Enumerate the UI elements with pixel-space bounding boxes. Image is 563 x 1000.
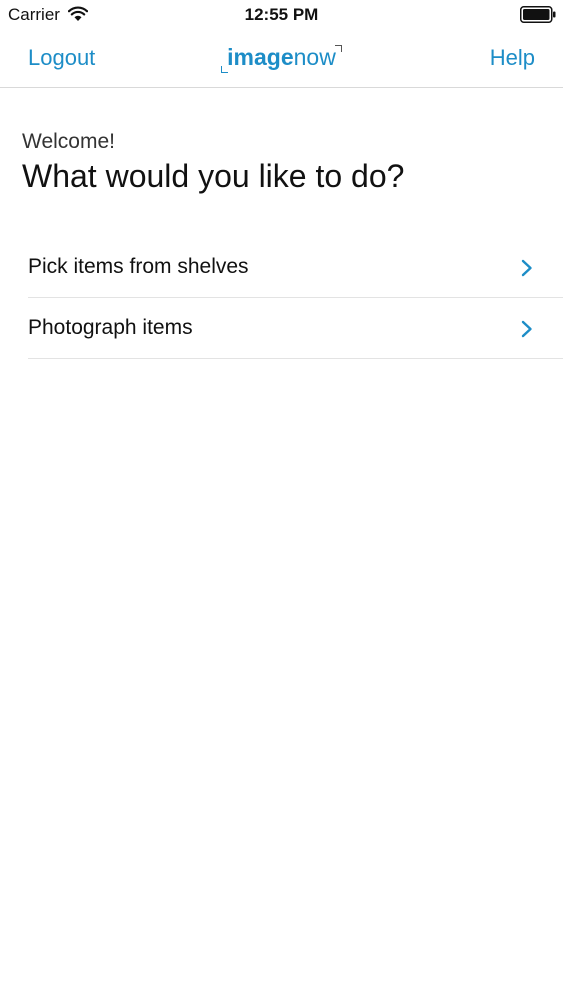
logo-text-image: image xyxy=(227,44,294,70)
clock: 12:55 PM xyxy=(244,5,319,24)
battery-icon xyxy=(520,6,556,23)
status-bar: Carrier 12:55 PM xyxy=(0,0,563,30)
greeting-text: Welcome! xyxy=(22,130,115,153)
help-button[interactable]: Help xyxy=(490,45,535,71)
nav-bar: Logout imagenow Help xyxy=(0,30,563,88)
logo-corner-top-right xyxy=(334,45,342,52)
list-item-photograph-items[interactable]: Photograph items xyxy=(28,298,563,359)
app-logo: imagenow xyxy=(0,43,563,73)
page-title: What would you like to do? xyxy=(22,158,405,194)
action-list: Pick items from shelves Photograph items xyxy=(28,237,563,359)
chevron-right-icon xyxy=(521,320,532,338)
logo-corner-bottom-left xyxy=(221,66,229,73)
chevron-right-icon xyxy=(521,259,532,277)
list-item-pick-items[interactable]: Pick items from shelves xyxy=(28,237,563,298)
list-item-label: Pick items from shelves xyxy=(28,255,249,278)
list-item-label: Photograph items xyxy=(28,316,193,339)
logo-text-now: now xyxy=(293,44,336,70)
